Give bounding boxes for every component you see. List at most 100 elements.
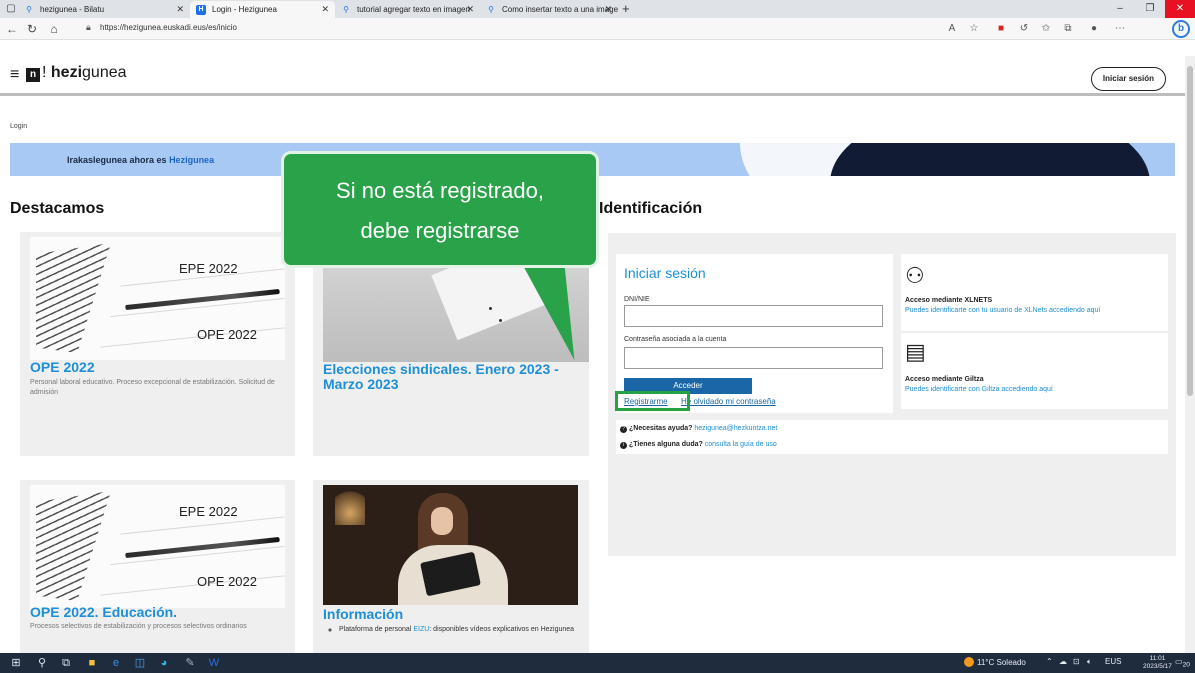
network-icon[interactable]: ⊡ [1073,657,1080,666]
page-scrollbar[interactable] [1185,56,1195,653]
lock-icon: 🔒︎ [86,22,91,32]
woman-face [431,507,453,535]
help-question: ¿Tienes alguna duda? [629,441,703,448]
people-network-icon: ⚇ [905,263,925,288]
login-form: Iniciar sesión DNI/NIE Contraseña asocia… [616,254,893,413]
callout-line-1: Si no está registrado, [336,178,544,203]
list-text: : disponibles vídeos explicativos en Hez… [429,626,575,633]
logo-bang: ! [42,64,47,81]
notebook-label-top: EPE 2022 [179,261,238,276]
new-tab-button[interactable]: + [622,0,630,17]
help-row: i ¿Tienes alguna duda? consulta la guía d… [620,441,777,449]
more-options-icon[interactable]: ⋯ [1112,21,1128,37]
tab-title: hezigunea - Bilatu [40,5,105,14]
tab-actions-icon[interactable]: ▢ [4,3,18,15]
notebook-label-bottom: OPE 2022 [197,327,257,342]
card-description: Procesos selectivos de estabilización y … [30,623,247,630]
search-icon: ⚲ [26,5,32,14]
close-icon[interactable]: ✕ [466,1,474,18]
card-ope-2022[interactable]: EPE 2022 OPE 2022 OPE 2022 Personal labo… [20,232,295,456]
cloud-icon[interactable]: ☁ [1059,657,1067,666]
close-icon[interactable]: ✕ [176,1,184,18]
minimize-icon[interactable]: – [1105,0,1135,18]
dni-label: DNI/NIE [624,296,650,303]
home-icon[interactable]: ⌂ [46,21,62,37]
featured-title: Destacamos [10,200,105,217]
close-icon[interactable]: ✕ [321,1,329,18]
help-email-link[interactable]: hezigunea@hezkuntza.net [694,425,777,432]
password-input[interactable] [624,347,883,369]
banner-decor-dark [830,143,1150,176]
scroll-thumb[interactable] [1187,66,1193,396]
sun-icon [964,657,974,667]
internet-explorer-icon[interactable]: e [108,655,124,671]
browser-tab-4[interactable]: ⚲ Como insertar texto a una image ✕ [480,1,618,18]
giltza-access[interactable]: ▤ Acceso mediante Giltza Puedes identifi… [901,333,1168,409]
notification-icon[interactable]: ▭20 [1175,657,1190,669]
search-icon[interactable]: ⚲ [34,655,50,671]
edge-icon[interactable]: ◕ [156,655,172,671]
xlnets-access[interactable]: ⚇ Acceso mediante XLNETS Puedes identifi… [901,254,1168,331]
language-indicator[interactable]: EUS [1105,657,1121,666]
refresh-icon[interactable]: ↻ [24,21,40,37]
window-close-icon[interactable]: ✕ [1165,0,1195,18]
browser-tab-2[interactable]: H Login - Hezigunea ✕ [190,1,335,18]
user-guide-link[interactable]: consulta la guía de uso [705,441,777,448]
giltza-description[interactable]: Puedes identificarte con Giltza accedien… [905,386,1053,393]
breadcrumb: Login [10,123,28,130]
notebook-image: EPE 2022 OPE 2022 [30,237,285,360]
card-title[interactable]: OPE 2022 [30,360,285,375]
card-informacion[interactable]: Información Plataforma de personal EIZU:… [313,480,589,653]
outlook-icon[interactable]: ◫ [132,655,148,671]
header-login-button[interactable]: Iniciar sesión [1091,67,1166,91]
notebook-image: EPE 2022 OPE 2022 [30,485,285,608]
logo-mark[interactable]: n [26,68,40,82]
xlnets-description[interactable]: Puedes identificarte con tu usuario de X… [905,307,1100,314]
clock-time: 11:01 [1149,655,1166,662]
refresh-extension-icon[interactable]: ↺ [1016,21,1032,37]
browser-tab-1[interactable]: ⚲ hezigunea - Bilatu ✕ [18,1,190,18]
card-title[interactable]: Información [323,607,578,622]
collections-icon[interactable]: ⧉ [1060,21,1076,37]
browser-tab-bar: ▢ ⚲ hezigunea - Bilatu ✕ H Login - Hezig… [0,0,1195,18]
site-logo[interactable]: ! hezigunea [42,64,127,82]
pen-app-icon[interactable]: ✎ [182,655,198,671]
eizu-link[interactable]: EIZU [413,626,429,633]
file-explorer-icon[interactable]: ■ [84,655,100,671]
favorite-star-icon[interactable]: ☆ [966,21,982,37]
favorites-icon[interactable]: ✩ [1038,21,1054,37]
profile-avatar-icon[interactable]: ● [1086,21,1102,37]
forgot-password-link[interactable]: He olvidado mi contraseña [681,397,776,406]
search-icon: ⚲ [488,5,494,14]
card-ope-2022-educacion[interactable]: EPE 2022 OPE 2022 OPE 2022. Educación. P… [20,480,295,653]
notebook-coil [36,243,111,353]
identification-panel: Iniciar sesión DNI/NIE Contraseña asocia… [608,233,1176,556]
xlnets-title[interactable]: Acceso mediante XLNETS [905,297,992,304]
tab-title: tutorial agregar texto en imagen [357,5,470,14]
giltza-title[interactable]: Acceso mediante Giltza [905,376,984,383]
menu-icon[interactable]: ≡ [10,66,19,84]
clock[interactable]: 11:01 2023/5/17 [1143,655,1172,671]
read-aloud-icon[interactable]: A [944,21,960,37]
logo-bold: hezi [50,64,83,81]
back-arrow-icon[interactable]: ← [4,21,20,37]
restore-icon[interactable]: ❐ [1135,0,1165,18]
dni-input[interactable] [624,305,883,327]
word-icon[interactable]: W [206,655,222,671]
close-icon[interactable]: ✕ [604,1,612,18]
volume-icon[interactable]: 🔈︎ [1087,657,1092,667]
bing-chat-icon[interactable]: b [1172,20,1190,38]
windows-start-icon[interactable]: ⊞ [8,655,24,671]
card-title[interactable]: Elecciones sindicales. Enero 2023 - Marz… [323,362,583,392]
tray-chevron-icon[interactable]: ⌃ [1046,657,1053,666]
tab-title: Como insertar texto a una image [502,5,618,14]
weather-widget[interactable]: 11°C Soleado [964,657,1026,667]
annotation-callout: Si no está registrado, debe registrarse [281,151,599,268]
site-header: ≡ n ! hezigunea Iniciar sesión [0,56,1185,96]
extension-icon[interactable]: ■ [993,21,1009,37]
identification-title: Identificación [599,200,703,217]
card-title[interactable]: OPE 2022. Educación. [30,605,285,620]
url-field[interactable]: https://hezigunea.euskadi.eus/es/inicio [100,23,237,32]
browser-tab-3[interactable]: ⚲ tutorial agregar texto en imagen ✕ [335,1,480,18]
task-view-icon[interactable]: ⧉ [58,655,74,671]
